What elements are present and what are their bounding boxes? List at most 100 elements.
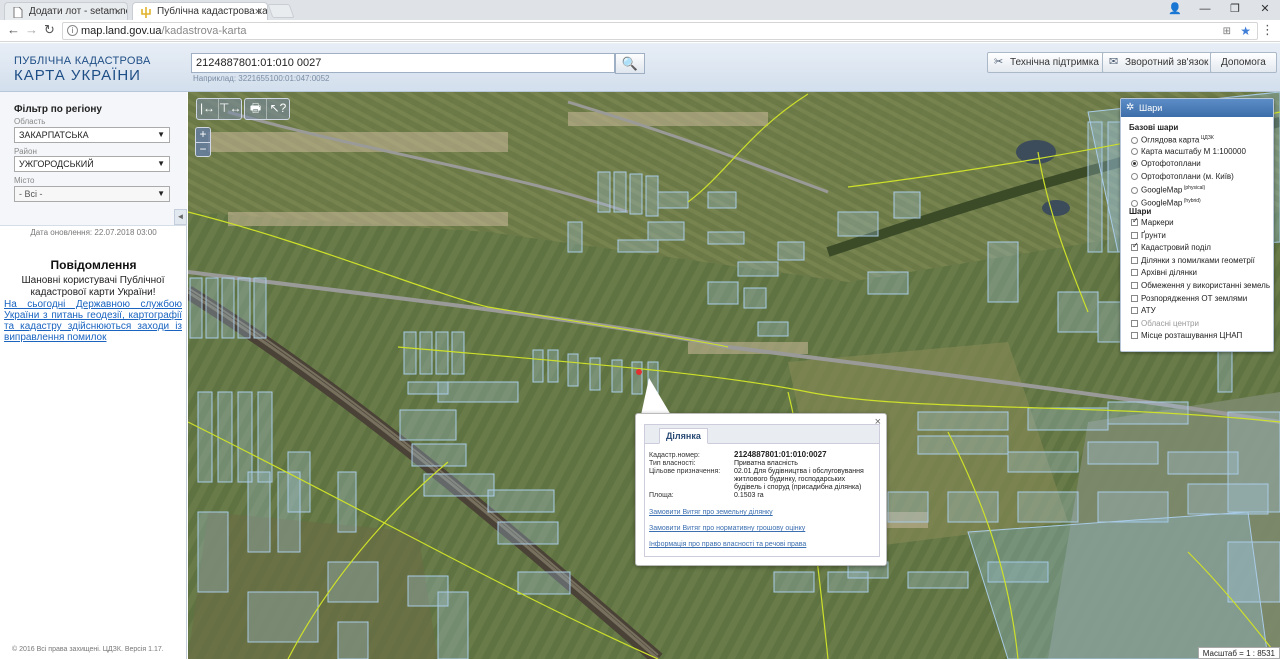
support-button[interactable]: ✂ Технічна підтримка xyxy=(987,52,1108,73)
base-layers-title: Базові шари xyxy=(1129,123,1179,132)
checkbox[interactable] xyxy=(1131,269,1138,277)
measure-length-button[interactable]: |↔ xyxy=(197,99,219,119)
layers-header[interactable]: ✲ Шари xyxy=(1121,99,1273,117)
extension-icon[interactable]: ⊞ xyxy=(1223,24,1231,40)
base-layer-1[interactable]: Карта масштабу М 1:100000 xyxy=(1131,146,1246,157)
tab-parcel[interactable]: Ділянка xyxy=(659,428,708,444)
overlay-layer-4[interactable]: Архівні ділянки xyxy=(1131,267,1197,278)
layer-label: Ділянки з помилками геометрії xyxy=(1141,255,1255,265)
region-label: Область xyxy=(14,117,46,126)
checkbox[interactable] xyxy=(1131,319,1138,327)
filter-title: Фільтр по регіону xyxy=(14,104,102,115)
city-select[interactable]: - Всі - ▼ xyxy=(14,186,170,202)
cadastre-search-input[interactable] xyxy=(191,53,615,73)
order-extract-link[interactable]: Замовити Витяг про земельну ділянку xyxy=(649,509,773,516)
reload-icon[interactable]: ↻ xyxy=(44,22,55,38)
checkbox[interactable] xyxy=(1131,332,1138,340)
identify-button[interactable]: ↖? xyxy=(267,99,289,119)
search-button[interactable]: 🔍 xyxy=(615,53,645,74)
radio-button[interactable] xyxy=(1131,199,1138,207)
radio-button[interactable] xyxy=(1131,160,1138,168)
map-viewport[interactable]: |↔ ⊤↔ 🖶 ↖? + − ✲ Шари Базові шари Оглядо… xyxy=(188,92,1280,659)
checkbox[interactable] xyxy=(1131,294,1138,302)
feedback-button[interactable]: ✉ Зворотний зв'язок xyxy=(1102,52,1218,73)
checkbox[interactable] xyxy=(1131,242,1139,252)
overlay-layer-5[interactable]: Обмеження у використанні земель xyxy=(1131,280,1270,291)
update-date: Дата оновлення: 22.07.2018 03:00 xyxy=(30,228,157,237)
base-layer-3[interactable]: Ортофотоплани (м. Київ) xyxy=(1131,171,1234,182)
order-valuation-link[interactable]: Замовити Витяг про нормативну грошову оц… xyxy=(649,525,805,532)
page-icon xyxy=(13,7,23,18)
zoom-control: + − xyxy=(195,127,211,157)
sidebar: Фільтр по регіону Область ЗАКАРПАТСЬКА ▼ … xyxy=(0,92,187,659)
checkbox[interactable] xyxy=(1131,217,1139,226)
forward-icon[interactable]: → xyxy=(25,22,38,37)
bookmark-star-icon[interactable]: ★ xyxy=(1240,23,1251,39)
tab-title: Додати лот - setam.net.ua xyxy=(29,6,127,17)
user-icon[interactable]: 👤 xyxy=(1160,0,1190,20)
layer-sup: ЦДЗК xyxy=(1199,135,1214,141)
cadastre-label: Кадастр.номер: xyxy=(649,452,700,459)
new-tab-button[interactable] xyxy=(267,4,295,18)
ownership-label: Тип власності: xyxy=(649,460,696,467)
address-bar-row: ← → ↻ i map.land.gov.ua/kadastrova-karta… xyxy=(0,20,1280,42)
minimize-icon[interactable]: — xyxy=(1190,0,1220,20)
zoom-out-button[interactable]: − xyxy=(196,142,210,156)
footer-copyright: © 2016 Всі права захищені. ЦДЗК. Версія … xyxy=(12,646,164,653)
region-select[interactable]: ЗАКАРПАТСЬКА ▼ xyxy=(14,127,170,143)
window-controls: 👤 — ❐ ✕ xyxy=(1160,0,1280,20)
checkbox[interactable] xyxy=(1131,256,1138,264)
overlay-layer-1[interactable]: Ґрунти xyxy=(1131,230,1166,241)
layer-label: Обмеження у використанні земель xyxy=(1141,281,1270,290)
browser-tab-setam[interactable]: Додати лот - setam.net.ua × xyxy=(4,2,128,20)
checkbox[interactable] xyxy=(1131,307,1138,315)
purpose-value: 02.01 Для будівництва і обслуговування ж… xyxy=(734,468,864,491)
district-select[interactable]: УЖГОРОДСЬКИЙ ▼ xyxy=(14,156,170,172)
ortho-map-canvas[interactable] xyxy=(188,92,1280,659)
site-info-icon[interactable]: i xyxy=(67,25,78,36)
checkbox[interactable] xyxy=(1131,282,1138,289)
parcel-marker-icon[interactable] xyxy=(636,369,642,375)
restore-icon[interactable]: ❐ xyxy=(1220,0,1250,20)
browser-tab-kadastr[interactable]: Публічна кадастрова ка × xyxy=(132,2,268,20)
collapse-sidebar-button[interactable]: ◄ xyxy=(174,209,187,225)
popup-content: Ділянка Кадастр.номер: 2124887801:01:010… xyxy=(644,424,880,557)
overlay-layer-2[interactable]: Кадастровий поділ xyxy=(1131,242,1211,253)
close-window-icon[interactable]: ✕ xyxy=(1250,0,1280,20)
logo-line1: ПУБЛІЧНА КАДАСТРОВА xyxy=(14,55,151,67)
overlay-layer-0[interactable]: Маркери xyxy=(1131,217,1174,228)
overlay-layer-6[interactable]: Розпорядження ОТ землями xyxy=(1131,293,1247,304)
back-icon[interactable]: ← xyxy=(7,22,20,37)
tab-close-icon[interactable]: × xyxy=(255,3,261,20)
radio-button[interactable] xyxy=(1131,187,1138,195)
overlay-layer-9[interactable]: Місце розташування ЦНАП xyxy=(1131,330,1242,341)
district-label: Район xyxy=(14,147,37,156)
layers-title: Шари xyxy=(1139,103,1163,113)
radio-button[interactable] xyxy=(1131,136,1138,144)
ownership-info-link[interactable]: Інформація про право власності та речові… xyxy=(649,541,806,548)
help-button[interactable]: Допомога xyxy=(1210,52,1277,73)
notice-link[interactable]: На сьогодні Державною службою України з … xyxy=(4,299,182,343)
radio-button[interactable] xyxy=(1131,147,1138,155)
scale-indicator: Масштаб = 1 : 8531 xyxy=(1197,647,1280,659)
purpose-label: Цільове призначення: xyxy=(649,468,721,475)
base-layer-4[interactable]: GoogleMap (physical) xyxy=(1131,183,1205,195)
base-layer-5[interactable]: GoogleMap (hybrid) xyxy=(1131,196,1201,208)
base-layer-0[interactable]: Оглядова карта ЦДЗК xyxy=(1131,133,1214,145)
overlay-layer-3[interactable]: Ділянки з помилками геометрії xyxy=(1131,255,1255,266)
radio-button[interactable] xyxy=(1131,172,1138,180)
overlay-layer-7[interactable]: АТУ xyxy=(1131,305,1156,316)
url-field[interactable]: i map.land.gov.ua/kadastrova-karta ⊞ ★ xyxy=(62,22,1258,40)
chevron-down-icon: ▼ xyxy=(157,189,165,198)
base-layer-2[interactable]: Ортофотоплани xyxy=(1131,158,1201,169)
layers-icon: ✲ xyxy=(1126,102,1135,113)
city-value: - Всі - xyxy=(19,189,43,199)
tab-close-icon[interactable]: × xyxy=(115,3,121,20)
zoom-in-button[interactable]: + xyxy=(196,128,210,142)
browser-menu-icon[interactable]: ⋮ xyxy=(1261,22,1274,38)
measure-area-button[interactable]: ⊤↔ xyxy=(219,99,241,119)
area-label: Площа: xyxy=(649,492,674,499)
print-button[interactable]: 🖶 xyxy=(245,99,267,119)
checkbox[interactable] xyxy=(1131,231,1138,239)
tools-icon: ✂ xyxy=(994,56,1004,68)
